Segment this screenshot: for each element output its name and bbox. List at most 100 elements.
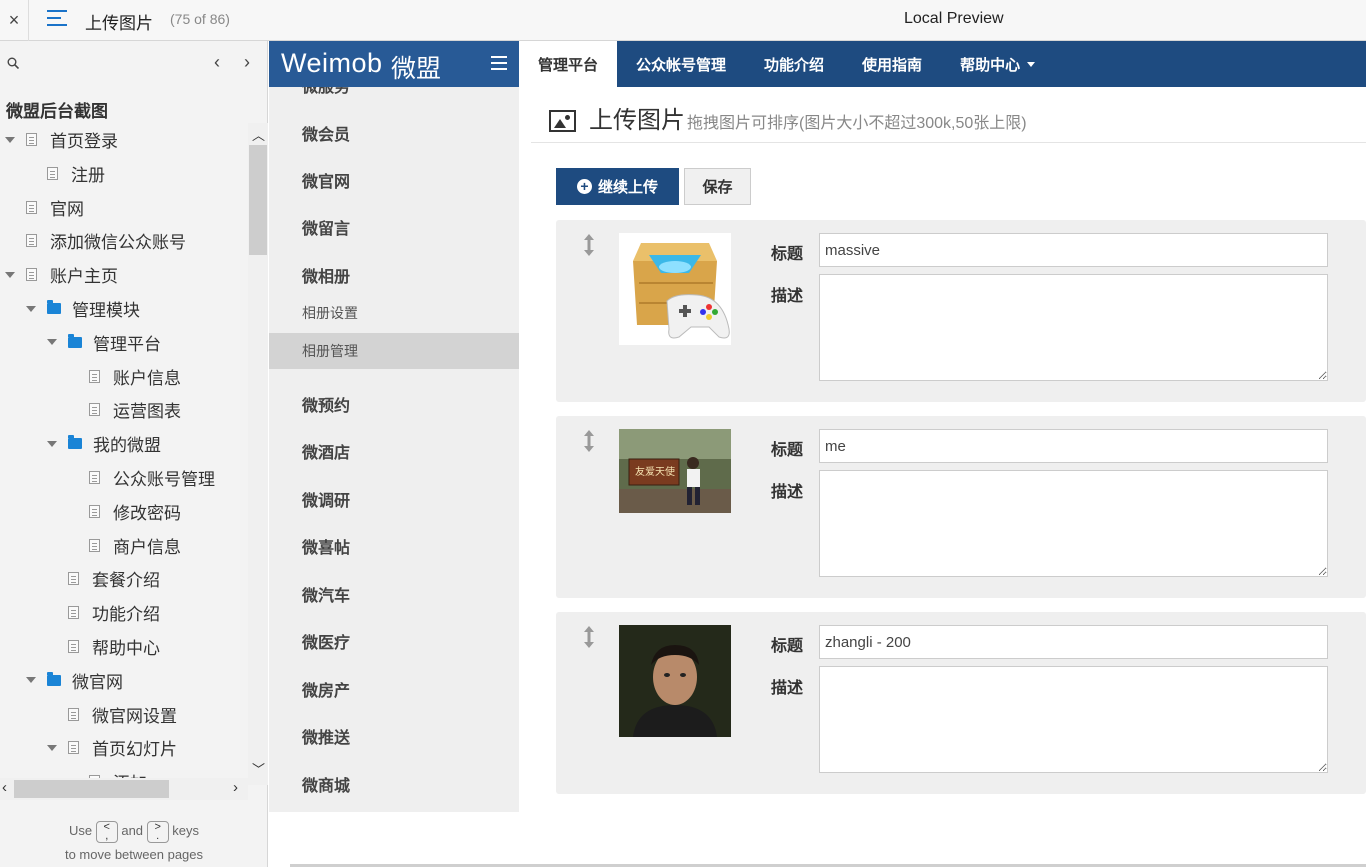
- side-menu-item[interactable]: 微喜帖: [269, 528, 519, 564]
- scroll-up-icon[interactable]: ︿: [252, 125, 265, 144]
- sidebar-toggle-icon[interactable]: [491, 56, 507, 70]
- page-icon: [89, 369, 100, 383]
- scrollbar-thumb[interactable]: [249, 145, 267, 255]
- search-icon[interactable]: [7, 57, 19, 69]
- close-button[interactable]: ×: [0, 0, 29, 41]
- tree-item-label: 微官网: [72, 672, 123, 692]
- tree-item-label: 管理模块: [72, 301, 140, 320]
- title-label: 标题: [771, 638, 804, 655]
- tree-item[interactable]: 管理平台: [47, 326, 161, 359]
- tree-item[interactable]: 帮助中心: [68, 630, 160, 663]
- tree-item[interactable]: 官网: [26, 191, 84, 224]
- tree-search-row: ‹ ›: [0, 41, 268, 85]
- drag-handle-icon[interactable]: [583, 626, 595, 648]
- page-icon: [89, 504, 100, 518]
- tree-item[interactable]: 首页幻灯片: [47, 731, 177, 764]
- app-side-menu: 微服务微会员微官网微留言微相册 相册设置 相册管理微预约微酒店微调研微喜帖微汽车微医…: [269, 87, 519, 812]
- drag-handle-icon[interactable]: [583, 430, 595, 452]
- page-icon: [26, 200, 37, 214]
- title-label: 标题: [771, 442, 804, 459]
- description-textarea[interactable]: [819, 470, 1328, 577]
- side-menu-item[interactable]: 微房产: [269, 671, 519, 707]
- side-menu-item[interactable]: 微商城: [269, 766, 519, 802]
- side-menu-item[interactable]: 微预约: [269, 386, 519, 422]
- side-menu-item[interactable]: 微医疗: [269, 623, 519, 659]
- side-menu-item[interactable]: 微调研: [269, 481, 519, 517]
- page-icon: [68, 572, 79, 586]
- expand-arrow-icon[interactable]: [47, 744, 57, 751]
- tree-item[interactable]: 账户主页: [5, 258, 118, 291]
- side-menu-item[interactable]: 微酒店: [269, 433, 519, 469]
- side-menu-item[interactable]: 微汽车: [269, 576, 519, 612]
- nav-tab[interactable]: 功能介绍: [745, 41, 843, 87]
- folder-icon: [47, 300, 61, 314]
- tree-horizontal-scrollbar[interactable]: ‹ ›: [0, 778, 248, 800]
- tree-vertical-scrollbar[interactable]: ︿ ﹀: [248, 123, 268, 785]
- tree-item[interactable]: 公众账号管理: [89, 461, 215, 494]
- previous-page-button[interactable]: ‹: [214, 52, 220, 73]
- next-page-button[interactable]: ›: [244, 52, 250, 73]
- title-input[interactable]: [819, 429, 1328, 463]
- nav-tab[interactable]: 公众帐号管理: [617, 41, 745, 87]
- side-menu-item[interactable]: 微相册: [269, 257, 519, 293]
- expand-arrow-icon[interactable]: [5, 271, 15, 278]
- tree-item[interactable]: 管理模块: [26, 292, 140, 325]
- side-menu-item[interactable]: 微官网: [269, 162, 519, 198]
- nav-tab[interactable]: 使用指南: [843, 41, 941, 87]
- tree-item-label: 官网: [50, 199, 84, 219]
- hamburger-menu-icon[interactable]: [47, 10, 67, 30]
- side-menu-item[interactable]: 微会员: [269, 115, 519, 151]
- side-submenu-item[interactable]: 相册设置: [269, 295, 519, 331]
- expand-arrow-icon[interactable]: [47, 440, 57, 447]
- tree-item[interactable]: 首页登录: [5, 123, 118, 156]
- side-menu-item[interactable]: 微留言: [269, 209, 519, 245]
- keys-keys-text: keys: [172, 823, 200, 838]
- tree-item-label: 修改密码: [113, 503, 181, 523]
- tree-item[interactable]: 账户信息: [89, 360, 181, 393]
- description-textarea[interactable]: [819, 274, 1328, 381]
- side-submenu-item[interactable]: 相册管理: [269, 333, 519, 369]
- tree-item-label: 我的微盟: [93, 436, 161, 456]
- tree-item[interactable]: 商户信息: [89, 529, 181, 562]
- tree-item[interactable]: 微官网: [26, 664, 123, 697]
- upload-hint: 拖拽图片可排序(图片大小不超过300k,50张上限): [687, 115, 1027, 132]
- side-menu-item[interactable]: 微推送: [269, 718, 519, 754]
- hscrollbar-thumb[interactable]: [14, 780, 169, 798]
- tree-item[interactable]: 修改密码: [89, 495, 181, 528]
- nav-tab[interactable]: 帮助中心: [941, 41, 1054, 87]
- page-icon: [89, 471, 100, 484]
- tree-item-label: 帮助中心: [92, 639, 160, 658]
- tree-item[interactable]: 功能介绍: [68, 596, 160, 629]
- expand-arrow-icon[interactable]: [5, 136, 15, 143]
- plus-circle-icon: +: [576, 179, 592, 194]
- save-button[interactable]: 保存: [684, 168, 751, 205]
- tree-item[interactable]: 运营图表: [89, 393, 181, 426]
- description-textarea[interactable]: [819, 666, 1328, 773]
- title-input[interactable]: [819, 625, 1328, 659]
- tree-item[interactable]: 添加: [89, 765, 147, 779]
- title-label: 标题: [771, 246, 804, 263]
- continue-upload-button[interactable]: + 继续上传: [556, 168, 679, 205]
- expand-arrow-icon[interactable]: [47, 339, 57, 346]
- preview-label: Local Preview: [904, 10, 1004, 27]
- scroll-down-icon[interactable]: ﹀: [252, 759, 265, 778]
- drag-handle-icon[interactable]: [583, 234, 595, 256]
- scroll-left-icon[interactable]: ‹: [2, 779, 7, 796]
- nav-tab[interactable]: 管理平台: [519, 41, 618, 87]
- tree-item-label: 管理平台: [93, 334, 161, 354]
- tree-item-label: 首页登录: [50, 132, 118, 151]
- tree-item[interactable]: 套餐介绍: [68, 562, 160, 595]
- expand-arrow-icon[interactable]: [26, 305, 36, 312]
- nav-tab-label: 功能介绍: [764, 56, 825, 74]
- side-menu-item[interactable]: 微服务: [269, 87, 519, 103]
- scroll-right-icon[interactable]: ›: [233, 779, 238, 796]
- title-input[interactable]: [819, 233, 1328, 267]
- keys-use-text: Use: [68, 823, 93, 838]
- expand-arrow-icon[interactable]: [26, 677, 36, 684]
- tree-item[interactable]: 注册: [47, 157, 105, 190]
- tree-item-label: 商户信息: [113, 537, 181, 557]
- tree-item[interactable]: 添加微信公众账号: [26, 224, 186, 257]
- tree-item[interactable]: 微官网设置: [68, 698, 177, 731]
- weimob-logo-cn: 微盟: [391, 55, 442, 83]
- tree-item[interactable]: 我的微盟: [47, 427, 161, 460]
